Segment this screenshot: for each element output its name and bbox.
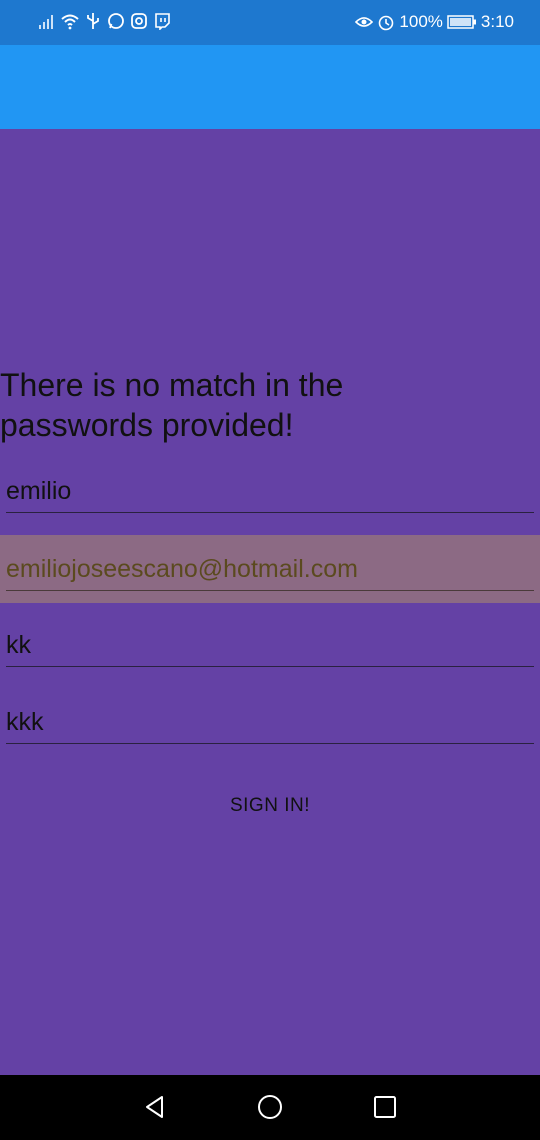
usb-icon: [84, 12, 102, 30]
navigation-bar: [0, 1075, 540, 1140]
username-field[interactable]: emilio: [6, 473, 534, 513]
alarm-icon: [377, 13, 395, 31]
battery-percent: 100%: [399, 12, 443, 31]
wifi-icon: [61, 12, 79, 30]
clock: 3:10: [480, 12, 514, 31]
signal-icon: [38, 12, 56, 30]
signup-form: There is no match in the passwords provi…: [0, 129, 540, 1075]
status-bar: 100% 3:10: [0, 0, 540, 45]
status-right-icons: 100% 3:10: [355, 12, 514, 32]
sign-in-button[interactable]: SIGN IN!: [0, 791, 540, 821]
app-bar: [0, 45, 540, 129]
twitch-icon: [153, 12, 171, 30]
recents-icon[interactable]: [370, 1092, 400, 1122]
email-field[interactable]: emiliojoseescano@hotmail.com: [6, 551, 534, 591]
instagram-icon: [130, 12, 148, 30]
password-field[interactable]: kk: [6, 627, 534, 667]
email-field-container[interactable]: emiliojoseescano@hotmail.com: [0, 535, 540, 603]
error-message: There is no match in the passwords provi…: [0, 367, 344, 443]
status-left-icons: [38, 12, 171, 30]
confirm-password-field[interactable]: kkk: [6, 704, 534, 744]
whatsapp-icon: [107, 12, 125, 30]
home-icon[interactable]: [255, 1092, 285, 1122]
battery-icon: [447, 13, 477, 31]
back-icon[interactable]: [140, 1092, 170, 1122]
eye-icon: [355, 13, 374, 31]
